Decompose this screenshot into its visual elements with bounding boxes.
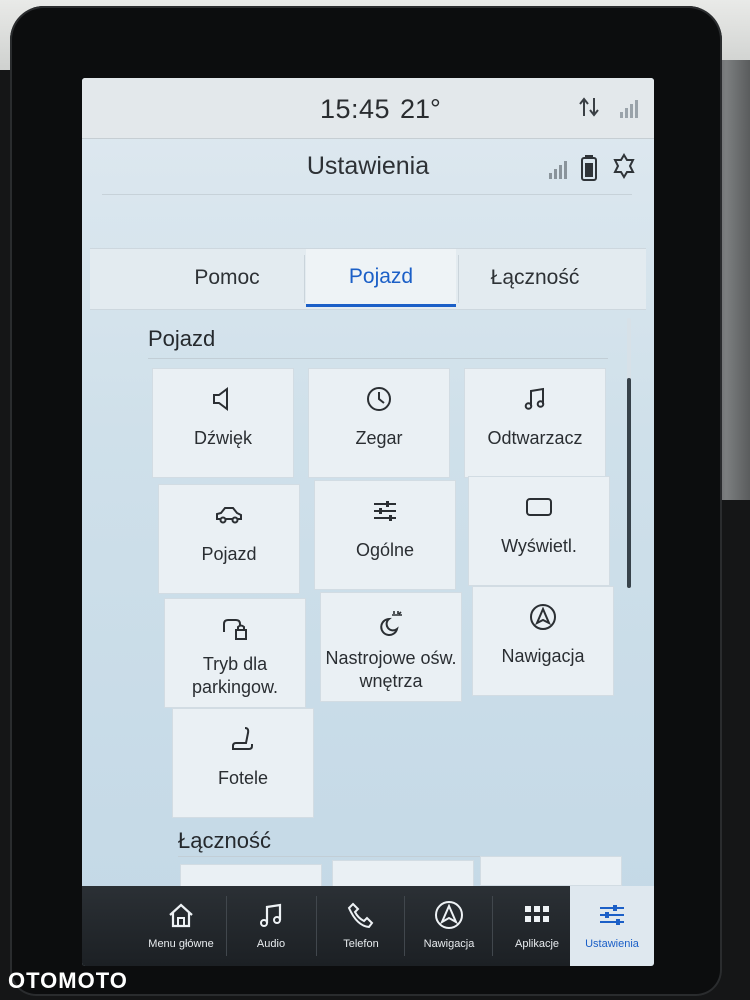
tile-label: Wyświetl. — [501, 536, 577, 556]
scrollbar-thumb[interactable] — [627, 378, 631, 588]
nav-audio[interactable]: Audio — [228, 886, 314, 966]
tile-label: Zegar — [355, 428, 403, 448]
tab-divider — [304, 255, 305, 303]
tab-pojazd[interactable]: Pojazd — [306, 249, 456, 307]
navigation-arrow-icon — [530, 604, 556, 630]
tab-pomoc[interactable]: Pomoc — [152, 249, 302, 307]
apps-grid-icon — [525, 906, 549, 922]
nav-divider — [316, 896, 317, 956]
battery-icon — [581, 155, 597, 181]
nav-label: Aplikacje — [514, 938, 560, 950]
music-note-icon — [260, 903, 282, 927]
tab-label: Pomoc — [194, 266, 260, 289]
watermark: OTOMOTO — [8, 968, 128, 993]
tile-dzwiek[interactable]: Dźwięk — [152, 368, 294, 478]
tile-wyswietl[interactable]: Wyświetl. — [468, 476, 610, 586]
status-bar: 15:45 21° — [82, 78, 654, 139]
tile-odtwarzacz[interactable]: Odtwarzacz — [464, 368, 606, 478]
clock: 15:45 — [320, 94, 391, 124]
tab-lacznosc[interactable]: Łączność — [460, 249, 610, 307]
tile-label: Odtwarzacz — [487, 428, 583, 448]
tile-oswietlenie[interactable]: Nastrojowe ośw. wnętrza — [320, 592, 462, 702]
data-transfer-icon — [579, 97, 599, 117]
nav-divider — [226, 896, 227, 956]
phone-icon — [347, 902, 374, 929]
nav-ustawienia[interactable]: Ustawienia — [570, 886, 654, 966]
tile-label: Dźwięk — [193, 428, 252, 448]
speaker-icon — [213, 387, 228, 411]
section-divider — [148, 358, 608, 359]
settings-tabs: Pomoc Pojazd Łączność — [90, 248, 646, 310]
nav-label: Telefon — [343, 938, 379, 950]
outside-temperature: 21° — [400, 94, 441, 124]
nav-divider — [404, 896, 405, 956]
tab-label: Pojazd — [348, 264, 414, 288]
nav-divider — [492, 896, 493, 956]
nav-nawigacja[interactable]: Nawigacja — [406, 886, 492, 966]
nav-aplikacje[interactable]: Aplikacje — [494, 886, 580, 966]
settings-sliders-icon — [600, 905, 624, 925]
car-icon — [216, 507, 242, 524]
tile-label: Fotele — [217, 768, 269, 788]
display-icon — [526, 498, 552, 516]
tab-label: Łączność — [490, 266, 580, 289]
bottom-nav-bar: Menu główne Audio Telefon Nawigacja Apli… — [82, 886, 654, 966]
tile-partial[interactable] — [480, 856, 622, 886]
seat-icon — [232, 727, 253, 750]
tile-label: Ogólne — [355, 540, 415, 560]
tile-nawigacja[interactable]: Nawigacja — [472, 586, 614, 696]
tile-ogolne[interactable]: Ogólne — [314, 480, 456, 590]
navigation-arrow-icon — [435, 901, 463, 929]
tile-label: Nawigacja — [501, 646, 585, 666]
tile-label: Tryb dla parkingow. — [191, 654, 279, 697]
nav-menu-glowne[interactable]: Menu główne — [138, 886, 224, 966]
settings-header: Ustawienia — [82, 138, 654, 198]
nav-label: Nawigacja — [423, 938, 475, 950]
ambient-light-icon — [380, 611, 402, 636]
tile-zegar[interactable]: Zegar — [308, 368, 450, 478]
infotainment-screen: 15:45 21° Ustawienia Pomoc Pojazd Łączno… — [82, 78, 654, 966]
header-divider — [102, 194, 632, 195]
tile-tryb-parkingowy[interactable]: Tryb dla parkingow. — [164, 598, 306, 708]
nav-telefon[interactable]: Telefon — [318, 886, 404, 966]
tile-label: Pojazd — [201, 544, 257, 564]
home-icon — [169, 903, 193, 928]
connected-vehicle-icon — [613, 153, 635, 179]
car-lock-icon — [223, 619, 247, 640]
tile-label: Nastrojowe ośw. wnętrza — [325, 648, 457, 691]
section-title: Pojazd — [148, 326, 216, 351]
clock-icon — [367, 387, 391, 411]
section-title: Łączność — [178, 828, 271, 853]
nav-label: Audio — [256, 938, 286, 950]
sliders-icon — [374, 501, 396, 521]
tab-divider — [458, 255, 459, 303]
tile-pojazd[interactable]: Pojazd — [158, 484, 300, 594]
nav-label: Menu główne — [148, 938, 214, 950]
nav-label: Ustawienia — [585, 938, 639, 950]
music-note-icon — [524, 387, 545, 410]
tile-fotele[interactable]: Fotele — [172, 708, 314, 818]
signal-strength-icon — [620, 100, 638, 118]
signal-strength-icon — [549, 161, 567, 179]
